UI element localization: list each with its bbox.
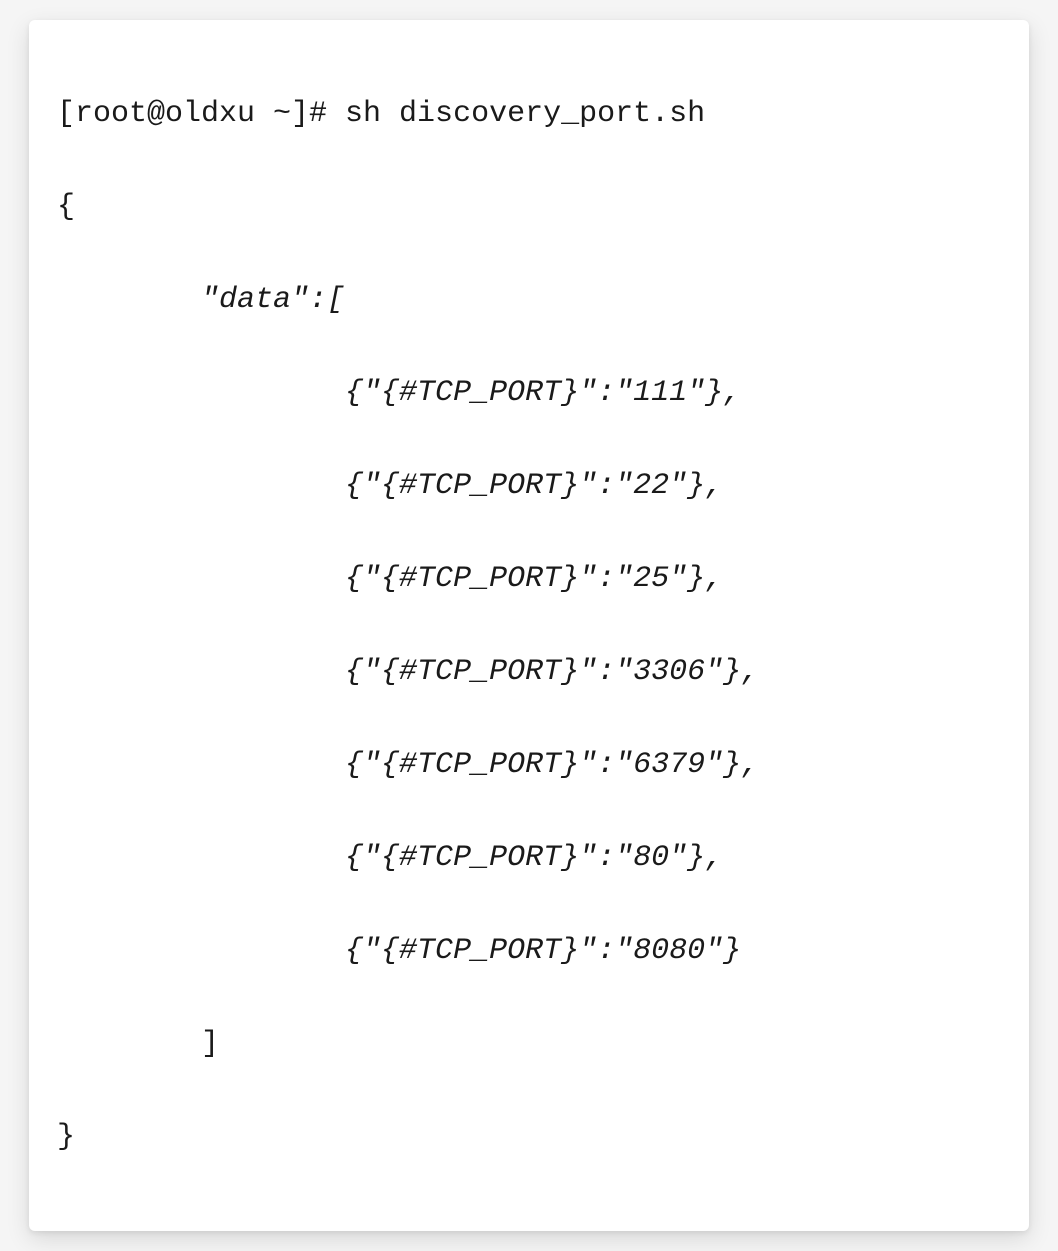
shell-prompt: [root@oldxu ~]#: [57, 97, 345, 131]
json-entry: {"{#TCP_PORT}":"3306"},: [57, 649, 1001, 696]
json-data-close: ]: [57, 1021, 1001, 1068]
json-close-brace: }: [57, 1114, 1001, 1161]
terminal-output: [root@oldxu ~]# sh discovery_port.sh { "…: [29, 20, 1029, 1231]
command-line: [root@oldxu ~]# sh discovery_port.sh: [57, 91, 1001, 138]
json-entry: {"{#TCP_PORT}":"25"},: [57, 556, 1001, 603]
json-entry: {"{#TCP_PORT}":"80"},: [57, 835, 1001, 882]
json-entry: {"{#TCP_PORT}":"6379"},: [57, 742, 1001, 789]
json-entry: {"{#TCP_PORT}":"22"},: [57, 463, 1001, 510]
json-open-brace: {: [57, 184, 1001, 231]
json-data-open: "data":[: [57, 277, 1001, 324]
shell-command: sh discovery_port.sh: [345, 97, 705, 131]
json-entry: {"{#TCP_PORT}":"8080"}: [57, 928, 1001, 975]
json-entry: {"{#TCP_PORT}":"111"},: [57, 370, 1001, 417]
